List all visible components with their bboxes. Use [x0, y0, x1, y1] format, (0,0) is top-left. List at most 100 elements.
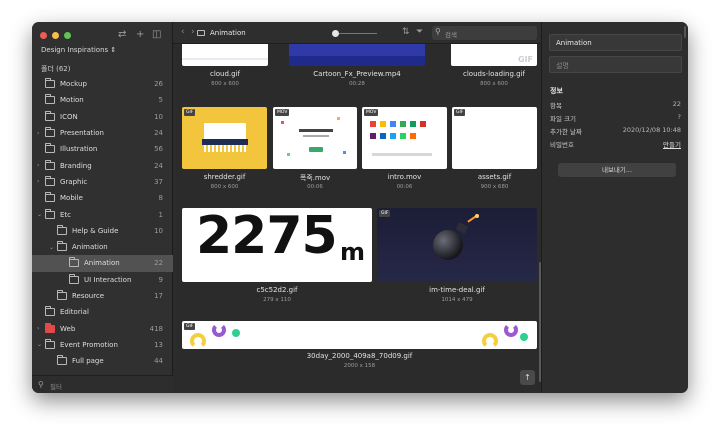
- asset-card-assets[interactable]: GIF assets.gif 900 x 680: [452, 107, 537, 195]
- sidebar-item-label: Resource: [72, 292, 105, 300]
- sidebar-item-full-page[interactable]: Full page 44: [32, 353, 173, 369]
- sidebar-item-label: Animation: [72, 243, 108, 252]
- export-button[interactable]: 내보내기...: [558, 163, 676, 177]
- sidebar-item-count: 418: [149, 324, 163, 333]
- folder-icon: [57, 355, 67, 366]
- sidebar-item-help-guide[interactable]: Help & Guide 10: [32, 223, 173, 239]
- sidebar-item-ui-interaction[interactable]: UI Interaction 9: [32, 272, 173, 288]
- chevron-left-icon[interactable]: ‹: [181, 27, 185, 37]
- chevron-right-icon[interactable]: ›: [191, 27, 195, 37]
- info-row-file-size: 파일 크기 ?: [550, 113, 681, 123]
- asset-card-fireworks[interactable]: MOV 폭죽.mov 00:06: [273, 107, 357, 195]
- info-value: 2020/12/08 10:48: [622, 126, 681, 134]
- sidebar-item-count: 9: [158, 275, 163, 284]
- asset-card-cloud[interactable]: cloud.gif 800 x 600: [182, 44, 268, 92]
- asset-name: cloud.gif: [209, 70, 241, 78]
- sidebar-item-mobile[interactable]: Mobile 8: [32, 190, 173, 206]
- chevron-down-icon[interactable]: ⌄: [49, 244, 55, 251]
- chevron-down-icon[interactable]: ⌄: [37, 341, 43, 348]
- sidebar-item-count: 17: [154, 292, 163, 300]
- asset-meta: 1014 x 479: [441, 297, 473, 303]
- thumbnail-size-slider[interactable]: [335, 33, 377, 34]
- all-folders-count[interactable]: 폴더 (62): [41, 64, 70, 74]
- inspector-scrollbar[interactable]: [684, 26, 686, 38]
- chevron-right-icon[interactable]: ›: [37, 162, 43, 169]
- sidebar-item-count: 10: [154, 226, 163, 235]
- main-panel: ‹ › Animation ⇅ ⏷ ⚲ 검색 cloud.gif 800 x 6…: [173, 22, 541, 393]
- asset-card-30day[interactable]: GIF 30day_2000_409a8_70d09.gif 2000 x 15…: [182, 321, 537, 377]
- sidebar-item-mockup[interactable]: Mockup 26: [32, 76, 173, 92]
- chevron-right-icon[interactable]: ›: [37, 178, 43, 185]
- filter-icon[interactable]: ⏷: [416, 27, 423, 37]
- asset-card-intro[interactable]: MOV intro.mov 00:06: [362, 107, 447, 195]
- folder-icon: [57, 224, 67, 235]
- chevron-down-icon[interactable]: ⌄: [37, 211, 43, 218]
- sidebar-item-web[interactable]: › Web 418: [32, 320, 173, 336]
- sidebar-item-count: 5: [158, 96, 163, 105]
- folder-icon: [69, 257, 79, 268]
- asset-meta: 800 x 600: [210, 184, 239, 190]
- sidebar-item-label: Full page: [72, 357, 104, 366]
- scroll-to-top-button[interactable]: ↑: [520, 370, 535, 385]
- asset-card-clouds-loading[interactable]: GIF clouds-loading.gif 800 x 600: [451, 44, 537, 92]
- sidebar-item-illustration[interactable]: Illustration 56: [32, 141, 173, 157]
- mov-badge: MOV: [275, 109, 290, 116]
- gif-badge: GIF: [379, 210, 391, 217]
- sidebar-item-etc[interactable]: ⌄ Etc 1: [32, 206, 173, 222]
- info-heading: 정보: [550, 87, 563, 95]
- filter-bar: ⚲ 필터: [32, 375, 173, 393]
- asset-name: c5c52d2.gif: [256, 286, 298, 294]
- sidebar-item-label: Motion: [60, 96, 84, 105]
- sidebar-item-label: Mobile: [60, 194, 83, 203]
- sidebar-item-label: Etc: [60, 210, 72, 219]
- folder-icon: [45, 159, 55, 170]
- minimize-window-button[interactable]: [52, 32, 59, 39]
- folder-name-field[interactable]: Animation: [549, 34, 682, 51]
- folder-icon: [45, 78, 55, 89]
- asset-card-im-time-deal[interactable]: GIF im-time-deal.gif 1014 x 479: [377, 208, 537, 308]
- library-switcher[interactable]: Design Inspirations ⇕: [41, 46, 116, 54]
- sort-order-icon[interactable]: ⇅: [402, 27, 410, 37]
- folder-icon: [197, 30, 205, 36]
- info-row-date-added: 추가한 날짜 2020/12/08 10:48: [550, 126, 681, 136]
- search-input[interactable]: ⚲ 검색: [432, 26, 537, 40]
- chevron-right-icon[interactable]: ›: [37, 130, 43, 137]
- zoom-window-button[interactable]: [64, 32, 71, 39]
- close-window-button[interactable]: [40, 32, 47, 39]
- add-icon[interactable]: +: [136, 28, 144, 42]
- asset-meta: 00:06: [307, 184, 323, 190]
- clouds-loading-thumbnail: GIF: [451, 44, 537, 66]
- sidebar-toggle-icon[interactable]: ◫: [152, 28, 161, 42]
- sidebar-item-presentation[interactable]: › Presentation 24: [32, 125, 173, 141]
- sidebar-item-count: 26: [154, 80, 163, 89]
- sidebar-item-graphic[interactable]: › Graphic 37: [32, 174, 173, 190]
- filter-input[interactable]: 필터: [50, 381, 62, 391]
- slider-knob[interactable]: [332, 30, 339, 37]
- c5c52d2-thumbnail: 2275 m: [182, 208, 372, 282]
- asset-grid: cloud.gif 800 x 600 Cartoon_Fx_Preview.m…: [173, 44, 541, 393]
- sidebar-item-motion[interactable]: Motion 5: [32, 92, 173, 108]
- description-field[interactable]: 설명: [549, 56, 682, 73]
- sidebar-item-resource[interactable]: Resource 17: [32, 288, 173, 304]
- create-password-link[interactable]: 만들기: [663, 139, 681, 149]
- folder-icon: [45, 306, 55, 317]
- sidebar-item-branding[interactable]: › Branding 24: [32, 157, 173, 173]
- sidebar-item-event-promotion[interactable]: ⌄ Event Promotion 13: [32, 337, 173, 353]
- asset-meta: 800 x 600: [480, 81, 508, 87]
- sidebar-item-label: Editorial: [60, 308, 89, 317]
- sort-icon[interactable]: ⇄: [118, 28, 126, 42]
- asset-card-shredder[interactable]: GIF shredder.gif 800 x 600: [182, 107, 267, 195]
- sidebar-item-animation[interactable]: Animation 22: [32, 255, 173, 272]
- folder-icon: [45, 338, 55, 349]
- chevron-right-icon[interactable]: ›: [37, 325, 43, 332]
- asset-card-c5c52d2[interactable]: 2275 m c5c52d2.gif 279 x 110: [182, 208, 372, 308]
- sidebar-item-count: 10: [154, 112, 163, 121]
- sidebar-item-editorial[interactable]: Editorial: [32, 304, 173, 320]
- gif-watermark: GIF: [517, 55, 533, 64]
- sidebar-item-label: UI Interaction: [84, 275, 132, 284]
- sidebar-item-icon[interactable]: ICON 10: [32, 109, 173, 125]
- asset-meta: 00:06: [396, 184, 413, 190]
- asset-card-cartoon[interactable]: Cartoon_Fx_Preview.mp4 00:28: [289, 44, 425, 92]
- sidebar-item-animation[interactable]: ⌄ Animation: [32, 239, 173, 255]
- arrow-up-icon: ↑: [524, 373, 531, 382]
